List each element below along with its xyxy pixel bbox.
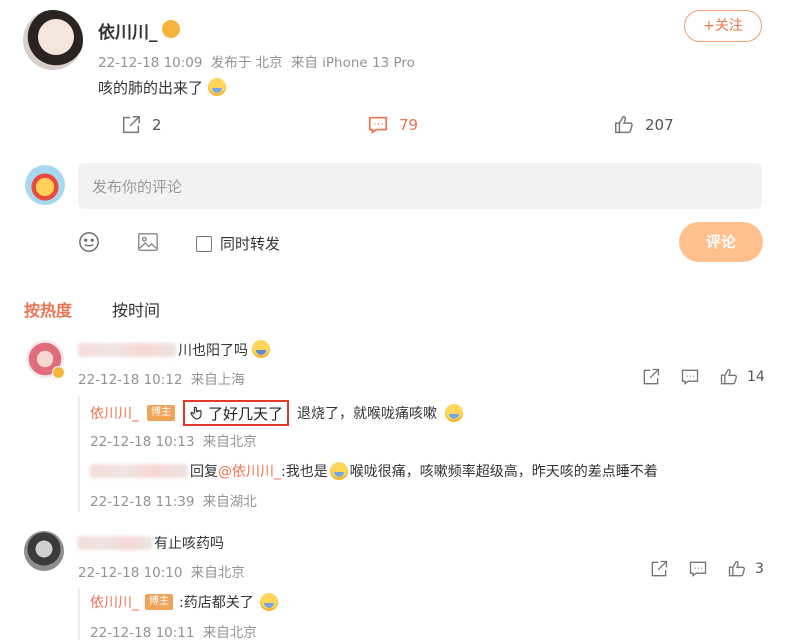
- comment-like-count: 3: [755, 561, 764, 577]
- sweat-emoji-icon: [252, 340, 271, 358]
- like-action[interactable]: 207: [613, 114, 674, 136]
- reply-author[interactable]: 依川川_: [90, 403, 139, 423]
- comment-share-button[interactable]: [641, 367, 661, 391]
- thumbs-up-icon: [720, 368, 737, 385]
- comment-date: 22-12-18 10:10: [78, 565, 183, 581]
- crying-emoji-icon: [207, 78, 226, 96]
- comment-location: 来自上海: [190, 372, 245, 388]
- comment-meta: 22-12-18 10:12 来自上海: [78, 368, 245, 388]
- comment-text-content: 川也阳了吗: [178, 343, 248, 359]
- crying-emoji-icon: [329, 462, 348, 480]
- comment-reply-button[interactable]: [680, 367, 700, 391]
- comment-icon: [368, 116, 388, 134]
- reply-date: 22-12-18 11:39: [90, 494, 195, 510]
- reply-date: 22-12-18 10:11: [90, 625, 195, 640]
- blurred-username: [90, 464, 188, 478]
- reply-row: 依川川_ 博主 :药店都关了: [90, 592, 278, 612]
- comment-count: 79: [399, 116, 419, 134]
- my-avatar[interactable]: [25, 165, 65, 205]
- reply-thread-divider: [78, 396, 80, 512]
- post-author-name[interactable]: 依川川_: [98, 18, 158, 43]
- like-count: 207: [645, 116, 674, 134]
- comment-text-content: 有止咳药吗: [154, 536, 224, 552]
- share-icon: [651, 560, 668, 577]
- comment-location: 来自北京: [190, 565, 245, 581]
- comment-meta: 22-12-18 10:10 来自北京: [78, 561, 245, 581]
- reply-prefix: 回复: [190, 464, 218, 480]
- follow-button[interactable]: +关注: [684, 10, 762, 42]
- reply-date: 22-12-18 10:13: [90, 434, 195, 450]
- reply-text: 退烧了，就喉咙痛咳嗽: [297, 406, 438, 422]
- share-icon: [122, 116, 140, 134]
- quoted-text: 了好几天了: [208, 404, 284, 423]
- comment-like-count: 14: [747, 369, 765, 385]
- reply-text: :我也是: [281, 464, 328, 480]
- blurred-username: [78, 536, 152, 550]
- share-count: 2: [152, 116, 162, 134]
- share-icon: [643, 368, 660, 385]
- comment-date: 22-12-18 10:12: [78, 372, 183, 388]
- post-location: 发布于 北京: [210, 55, 283, 71]
- tab-sort-time[interactable]: 按时间: [112, 297, 160, 321]
- reply-row: 回复 @依川川_ :我也是 喉咙很痛，咳嗽频率超级高，昨天咳的差点睡不着: [90, 461, 658, 481]
- reply-row: 依川川_ 博主 了好几天了 退烧了，就喉咙痛咳嗽: [90, 400, 464, 426]
- post-text: 咳的肺的出来了: [98, 77, 226, 98]
- post-author-avatar[interactable]: [23, 10, 83, 70]
- share-action[interactable]: 2: [120, 114, 162, 136]
- emoji-picker-button[interactable]: [78, 231, 100, 253]
- reply-meta: 22-12-18 11:39 来自湖北: [90, 490, 257, 510]
- reply-location: 来自湖北: [202, 494, 257, 510]
- thumbs-up-icon: [615, 116, 633, 134]
- post-device: 来自 iPhone 13 Pro: [290, 55, 415, 71]
- comment-reply-button[interactable]: [688, 559, 708, 583]
- comment-icon: [681, 369, 699, 385]
- tab-sort-hot[interactable]: 按热度: [24, 297, 72, 321]
- verified-badge-icon: [52, 366, 65, 379]
- smiley-icon: [79, 232, 99, 252]
- submit-comment-button[interactable]: 评论: [679, 222, 763, 262]
- author-badge: 博主: [147, 405, 175, 421]
- reply-author[interactable]: 依川川_: [90, 592, 139, 612]
- comment-avatar[interactable]: [24, 531, 64, 571]
- thumbs-up-icon: [728, 560, 745, 577]
- comment-like-button[interactable]: 14: [719, 367, 765, 387]
- reply-thread-divider: [78, 588, 80, 640]
- crying-emoji-icon: [445, 404, 464, 422]
- comment-like-button[interactable]: 3: [727, 559, 764, 579]
- reply-text: :药店都关了: [179, 595, 254, 611]
- comment-input[interactable]: 发布你的评论: [78, 163, 762, 209]
- post-text-content: 咳的肺的出来了: [98, 79, 204, 97]
- reply-location: 来自北京: [202, 625, 257, 640]
- post-date: 22-12-18 10:09: [98, 55, 203, 71]
- post-meta: 22-12-18 10:09 发布于 北京 来自 iPhone 13 Pro: [98, 51, 415, 71]
- highlight-box: 了好几天了: [183, 400, 290, 426]
- comment-share-button[interactable]: [649, 559, 669, 583]
- repost-label: 同时转发: [220, 235, 281, 253]
- reply-location: 来自北京: [202, 434, 257, 450]
- reply-text: 喉咙很痛，咳嗽频率超级高，昨天咳的差点睡不着: [349, 464, 658, 480]
- mention-link[interactable]: @依川川_: [218, 461, 281, 481]
- cursor-hand-icon: [190, 406, 202, 420]
- reply-meta: 22-12-18 10:13 来自北京: [90, 430, 257, 450]
- comment-text: 有止咳药吗: [154, 533, 224, 553]
- crown-icon: [162, 20, 180, 38]
- reply-meta: 22-12-18 10:11 来自北京: [90, 621, 257, 640]
- author-badge: 博主: [145, 594, 173, 610]
- comment-action[interactable]: 79: [367, 114, 418, 136]
- repost-toggle[interactable]: 同时转发: [196, 233, 280, 254]
- blurred-username: [78, 343, 176, 357]
- image-upload-button[interactable]: [137, 231, 159, 253]
- repost-checkbox[interactable]: [196, 235, 212, 252]
- image-icon: [138, 233, 158, 251]
- comment-icon: [689, 561, 707, 577]
- comment-text: 川也阳了吗: [178, 340, 271, 360]
- crying-emoji-icon: [259, 593, 278, 611]
